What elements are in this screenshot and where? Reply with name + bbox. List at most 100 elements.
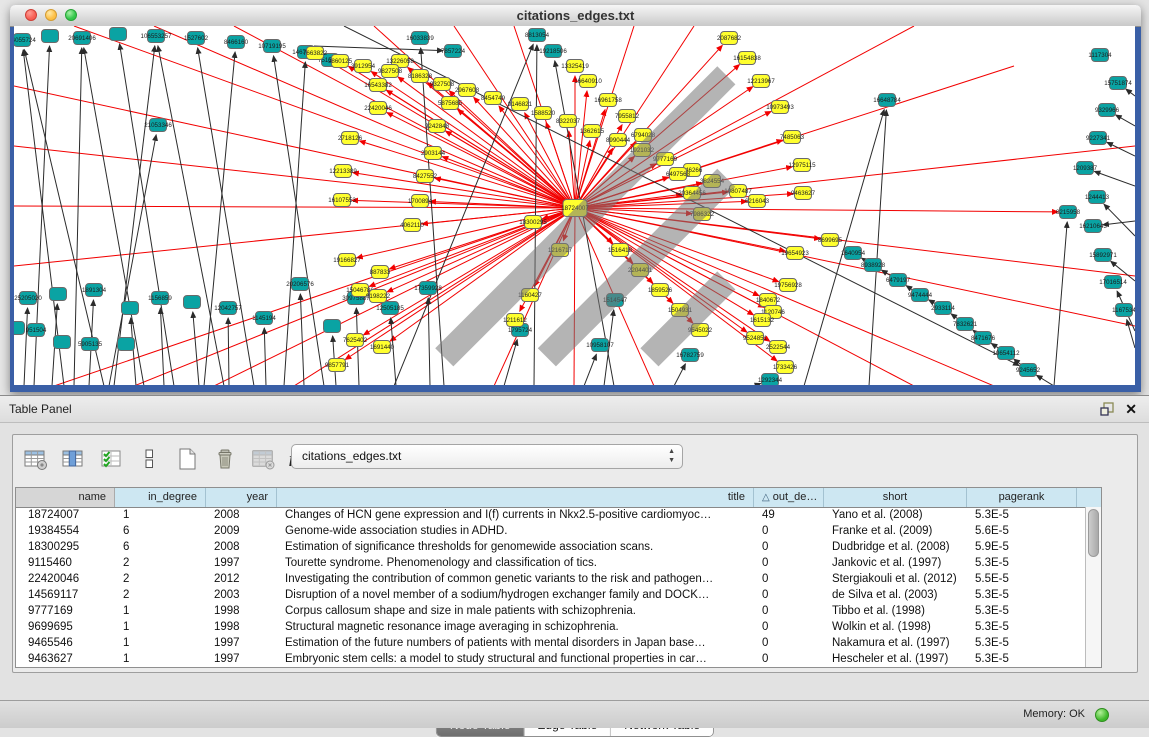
- column-header-short[interactable]: short: [824, 488, 967, 507]
- column-header-name[interactable]: name: [16, 488, 115, 507]
- table-cell: Stergiakouli et al. (2012): [824, 571, 967, 587]
- table-cell: Tibbo et al. (1998): [824, 603, 967, 619]
- table-row[interactable]: 1830029562008Estimation of significance …: [16, 539, 1086, 555]
- table-select-value: citations_edges.txt: [302, 449, 401, 463]
- table-cell: 49: [754, 507, 824, 523]
- network-view-window: citations_edges.txt 24055724206914061065…: [10, 5, 1141, 392]
- table-cell: 0: [754, 603, 824, 619]
- table-cell: 5.3E-5: [967, 587, 1077, 603]
- table-row[interactable]: 969969511998Structural magnetic resonanc…: [16, 619, 1086, 635]
- column-header-in_degree[interactable]: in_degree: [115, 488, 206, 507]
- table-cell: 6: [115, 539, 206, 555]
- column-header-pagerank[interactable]: pagerank: [967, 488, 1077, 507]
- delete-columns-icon[interactable]: [211, 446, 238, 473]
- table-cell: 5.3E-5: [967, 603, 1077, 619]
- table-cell: de Silva et al. (2003): [824, 587, 967, 603]
- table-row[interactable]: 1938455462009Genome-wide association stu…: [16, 523, 1086, 539]
- row-height-icon[interactable]: [135, 446, 162, 473]
- show-columns-icon[interactable]: [59, 446, 86, 473]
- table-cell: 1997: [206, 555, 277, 571]
- table-cell: 1997: [206, 635, 277, 651]
- table-cell: 2008: [206, 539, 277, 555]
- table-cell: 22420046: [16, 571, 115, 587]
- table-cell: 5.6E-5: [967, 523, 1077, 539]
- table-cell: Yano et al. (2008): [824, 507, 967, 523]
- table-cell: Nakamura et al. (1997): [824, 635, 967, 651]
- column-header-filler: [1077, 488, 1101, 507]
- table-row[interactable]: 2242004622012Investigating the contribut…: [16, 571, 1086, 587]
- column-header-year[interactable]: year: [206, 488, 277, 507]
- vertical-scrollbar[interactable]: [1085, 507, 1101, 667]
- table-panel-body: f(x) citations_edges.txt ▲▼ namein_degre…: [12, 434, 1138, 673]
- table-cell: Jankovic et al. (1997): [824, 555, 967, 571]
- table-cell: 2009: [206, 523, 277, 539]
- table-row[interactable]: 911546021997Tourette syndrome. Phenomeno…: [16, 555, 1086, 571]
- table-cell: 5.3E-5: [967, 651, 1077, 667]
- table-cell: 0: [754, 587, 824, 603]
- table-cell: 2012: [206, 571, 277, 587]
- table-cell: Genome-wide association studies in ADHD.: [277, 523, 754, 539]
- table-cell: 19384554: [16, 523, 115, 539]
- table-panel-title: Table Panel: [9, 396, 72, 422]
- network-canvas[interactable]: 2405572420691406106553257152760284661601…: [14, 26, 1135, 385]
- table-row[interactable]: 1872400712008Changes of HCN gene express…: [16, 507, 1086, 523]
- table-cell: Structural magnetic resonance image aver…: [277, 619, 754, 635]
- new-column-icon[interactable]: [173, 446, 200, 473]
- table-cell: 5.5E-5: [967, 571, 1077, 587]
- table-row[interactable]: 946554611997Estimation of the future num…: [16, 635, 1086, 651]
- table-cell: 1: [115, 635, 206, 651]
- table-cell: 0: [754, 635, 824, 651]
- table-cell: 14569117: [16, 587, 115, 603]
- table-cell: 9465546: [16, 635, 115, 651]
- table-cell: 0: [754, 651, 824, 667]
- table-cell: 2: [115, 571, 206, 587]
- table-toolbar: f(x): [21, 441, 314, 477]
- table-row[interactable]: 977716911998Corpus callosum shape and si…: [16, 603, 1086, 619]
- table-panel-header: Table Panel ✕: [0, 396, 1149, 423]
- float-panel-icon[interactable]: [1099, 401, 1115, 417]
- table-cell: 5.3E-5: [967, 619, 1077, 635]
- table-cell: 5.3E-5: [967, 555, 1077, 571]
- desktop-background: [0, 0, 10, 395]
- table-cell: 1: [115, 651, 206, 667]
- column-header-title[interactable]: title: [277, 488, 754, 507]
- table-cell: 1: [115, 507, 206, 523]
- table-cell: 18724007: [16, 507, 115, 523]
- table-cell: 5.3E-5: [967, 507, 1077, 523]
- table-cell: 0: [754, 539, 824, 555]
- table-cell: Investigating the contribution of common…: [277, 571, 754, 587]
- table-panel: Table Panel ✕ f(x) citations_edges.txt ▲…: [0, 395, 1149, 728]
- table-cell: Tourette syndrome. Phenomenology and cla…: [277, 555, 754, 571]
- table-cell: 2008: [206, 507, 277, 523]
- table-cell: 5.3E-5: [967, 635, 1077, 651]
- table-cell: 1997: [206, 651, 277, 667]
- table-cell: 2: [115, 587, 206, 603]
- table-cell: 1: [115, 603, 206, 619]
- table-cell: 5.9E-5: [967, 539, 1077, 555]
- table-cell: 9463627: [16, 651, 115, 667]
- window-titlebar[interactable]: citations_edges.txt: [10, 5, 1141, 27]
- node-table: namein_degreeyeartitle△out_de…shortpager…: [15, 487, 1102, 668]
- table-select-dropdown[interactable]: citations_edges.txt ▲▼: [291, 444, 683, 469]
- resize-grip-icon[interactable]: [14, 26, 1133, 383]
- table-body: 1872400712008Changes of HCN gene express…: [16, 507, 1086, 667]
- table-row[interactable]: 946362711997Embryonic stem cells: a mode…: [16, 651, 1086, 667]
- table-cell: 2003: [206, 587, 277, 603]
- table-mode-icon[interactable]: [21, 446, 48, 473]
- status-bar: Memory: OK: [0, 700, 1149, 728]
- table-header-row: namein_degreeyeartitle△out_de…shortpager…: [16, 488, 1101, 508]
- table-cell: Corpus callosum shape and size in male p…: [277, 603, 754, 619]
- table-cell: 9699695: [16, 619, 115, 635]
- table-row[interactable]: 1456911722003Disruption of a novel membe…: [16, 587, 1086, 603]
- table-cell: 0: [754, 523, 824, 539]
- scrollbar-thumb[interactable]: [1088, 509, 1099, 557]
- close-panel-icon[interactable]: ✕: [1125, 399, 1137, 419]
- table-cell: 1998: [206, 603, 277, 619]
- select-columns-icon[interactable]: [97, 446, 124, 473]
- import-table-icon[interactable]: [249, 446, 276, 473]
- table-cell: Changes of HCN gene expression and I(f) …: [277, 507, 754, 523]
- table-cell: Estimation of significance thresholds fo…: [277, 539, 754, 555]
- column-header-out_de[interactable]: △out_de…: [754, 488, 824, 507]
- table-cell: 0: [754, 555, 824, 571]
- window-title: citations_edges.txt: [10, 5, 1141, 26]
